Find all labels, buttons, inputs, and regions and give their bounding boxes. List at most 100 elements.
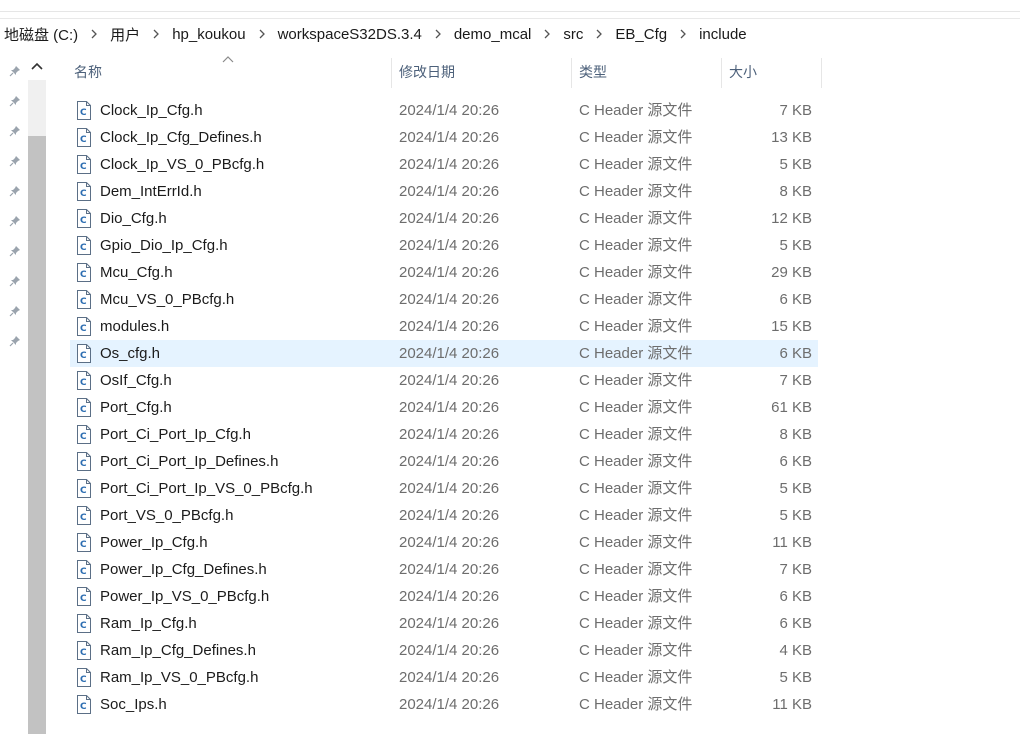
file-row[interactable]: C Port_Ci_Port_Ip_Cfg.h 2024/1/4 20:26 C He…: [70, 421, 818, 448]
file-row[interactable]: C Os_cfg.h 2024/1/4 20:26 C Header 源文件 6 KB: [70, 340, 818, 367]
chevron-right-icon[interactable]: [85, 25, 103, 43]
file-row[interactable]: C Power_Ip_Cfg_Defines.h 2024/1/4 20:26 C H…: [70, 556, 818, 583]
column-header-type[interactable]: 类型: [571, 55, 721, 89]
column-header-name[interactable]: 名称: [66, 55, 391, 89]
chevron-right-icon[interactable]: [538, 25, 556, 43]
file-row[interactable]: C Power_Ip_Cfg.h 2024/1/4 20:26 C Header 源文…: [70, 529, 818, 556]
file-name: Gpio_Dio_Ip_Cfg.h: [100, 237, 228, 254]
svg-text:C: C: [80, 459, 87, 469]
breadcrumb-item[interactable]: EB_Cfg: [611, 26, 671, 43]
file-type: C Header 源文件: [579, 345, 693, 362]
file-date: 2024/1/4 20:26: [399, 534, 500, 551]
file-size: 5 KB: [779, 669, 812, 686]
file-date: 2024/1/4 20:26: [399, 318, 500, 335]
file-row[interactable]: C Gpio_Dio_Ip_Cfg.h 2024/1/4 20:26 C Header…: [70, 232, 818, 259]
file-row[interactable]: C Power_Ip_VS_0_PBcfg.h 2024/1/4 20:26 C He…: [70, 583, 818, 610]
chevron-right-icon[interactable]: [147, 25, 165, 43]
file-size: 6 KB: [779, 615, 812, 632]
file-type: C Header 源文件: [579, 264, 693, 281]
file-row[interactable]: C Ram_Ip_Cfg.h 2024/1/4 20:26 C Header 源文件 6…: [70, 610, 818, 637]
file-type: C Header 源文件: [579, 669, 693, 686]
file-size: 7 KB: [779, 102, 812, 119]
file-name: Mcu_Cfg.h: [100, 264, 173, 281]
file-size: 7 KB: [779, 372, 812, 389]
file-list: C Clock_Ip_Cfg.h 2024/1/4 20:26 C Header 源文…: [70, 97, 818, 718]
svg-text:C: C: [80, 243, 87, 253]
file-name: Ram_Ip_Cfg_Defines.h: [100, 642, 256, 659]
chevron-right-icon[interactable]: [253, 25, 271, 43]
file-date: 2024/1/4 20:26: [399, 129, 500, 146]
file-type: C Header 源文件: [579, 210, 693, 227]
c-header-file-icon: C: [76, 668, 92, 687]
column-divider[interactable]: [821, 58, 822, 88]
column-header-type-label: 类型: [579, 64, 607, 80]
file-row[interactable]: C Clock_Ip_Cfg_Defines.h 2024/1/4 20:26 C H…: [70, 124, 818, 151]
file-type: C Header 源文件: [579, 453, 693, 470]
file-row[interactable]: C Dem_IntErrId.h 2024/1/4 20:26 C Header 源文…: [70, 178, 818, 205]
file-row[interactable]: C Clock_Ip_Cfg.h 2024/1/4 20:26 C Header 源文…: [70, 97, 818, 124]
svg-text:C: C: [80, 351, 87, 361]
file-size: 11 KB: [772, 696, 812, 713]
file-date: 2024/1/4 20:26: [399, 480, 500, 497]
file-row[interactable]: C Dio_Cfg.h 2024/1/4 20:26 C Header 源文件 12 K…: [70, 205, 818, 232]
c-header-file-icon: C: [76, 695, 92, 714]
svg-text:C: C: [80, 675, 87, 685]
file-row[interactable]: C Port_Ci_Port_Ip_Defines.h 2024/1/4 20:26…: [70, 448, 818, 475]
file-row[interactable]: C Soc_Ips.h 2024/1/4 20:26 C Header 源文件 11 K…: [70, 691, 818, 718]
file-row[interactable]: C OsIf_Cfg.h 2024/1/4 20:26 C Header 源文件 7 K…: [70, 367, 818, 394]
file-row[interactable]: C Port_VS_0_PBcfg.h 2024/1/4 20:26 C Header…: [70, 502, 818, 529]
breadcrumb-item[interactable]: src: [559, 26, 587, 43]
svg-text:C: C: [80, 270, 87, 280]
c-header-file-icon: C: [76, 641, 92, 660]
breadcrumb-item[interactable]: workspaceS32DS.3.4: [274, 26, 426, 43]
breadcrumb-item[interactable]: 地磁盘 (C:): [0, 24, 82, 45]
chevron-right-icon[interactable]: [590, 25, 608, 43]
file-row[interactable]: C Ram_Ip_VS_0_PBcfg.h 2024/1/4 20:26 C Head…: [70, 664, 818, 691]
breadcrumb-item[interactable]: hp_koukou: [168, 26, 249, 43]
pin-icon[interactable]: [8, 94, 22, 108]
nav-scrollbar-thumb[interactable]: [28, 136, 46, 734]
file-size: 6 KB: [779, 588, 812, 605]
pin-icon[interactable]: [8, 184, 22, 198]
file-row[interactable]: C Ram_Ip_Cfg_Defines.h 2024/1/4 20:26 C Hea…: [70, 637, 818, 664]
pin-icon[interactable]: [8, 154, 22, 168]
pin-icon[interactable]: [8, 214, 22, 228]
chevron-right-icon[interactable]: [429, 25, 447, 43]
file-type: C Header 源文件: [579, 318, 693, 335]
file-type: C Header 源文件: [579, 480, 693, 497]
pin-icon[interactable]: [8, 64, 22, 78]
breadcrumb-item[interactable]: 用户: [106, 24, 144, 45]
file-type: C Header 源文件: [579, 399, 693, 416]
file-name: Dio_Cfg.h: [100, 210, 167, 227]
file-size: 29 KB: [771, 264, 812, 281]
svg-text:C: C: [80, 567, 87, 577]
breadcrumb-item[interactable]: include: [695, 26, 751, 43]
file-date: 2024/1/4 20:26: [399, 264, 500, 281]
svg-text:C: C: [80, 162, 87, 172]
file-row[interactable]: C Port_Ci_Port_Ip_VS_0_PBcfg.h 2024/1/4 20…: [70, 475, 818, 502]
file-row[interactable]: C Clock_Ip_VS_0_PBcfg.h 2024/1/4 20:26 C He…: [70, 151, 818, 178]
breadcrumb-item[interactable]: demo_mcal: [450, 26, 536, 43]
svg-text:C: C: [80, 378, 87, 388]
svg-text:C: C: [80, 189, 87, 199]
file-row[interactable]: C Mcu_Cfg.h 2024/1/4 20:26 C Header 源文件 29 K…: [70, 259, 818, 286]
file-type: C Header 源文件: [579, 561, 693, 578]
file-type: C Header 源文件: [579, 156, 693, 173]
file-date: 2024/1/4 20:26: [399, 507, 500, 524]
scroll-up-arrow-icon[interactable]: [29, 56, 45, 76]
column-header-size[interactable]: 大小: [721, 55, 821, 89]
file-row[interactable]: C Port_Cfg.h 2024/1/4 20:26 C Header 源文件 61 …: [70, 394, 818, 421]
chevron-right-icon[interactable]: [674, 25, 692, 43]
file-row[interactable]: Cmodules.h 2024/1/4 20:26 C Header 源文件 15 K…: [70, 313, 818, 340]
file-size: 6 KB: [779, 453, 812, 470]
column-header-date[interactable]: 修改日期: [391, 55, 571, 89]
file-date: 2024/1/4 20:26: [399, 588, 500, 605]
pin-icon[interactable]: [8, 124, 22, 138]
file-date: 2024/1/4 20:26: [399, 372, 500, 389]
svg-text:C: C: [80, 108, 87, 118]
pin-icon[interactable]: [8, 244, 22, 258]
pin-icon[interactable]: [8, 334, 22, 348]
file-row[interactable]: C Mcu_VS_0_PBcfg.h 2024/1/4 20:26 C Header …: [70, 286, 818, 313]
pin-icon[interactable]: [8, 274, 22, 288]
pin-icon[interactable]: [8, 304, 22, 318]
